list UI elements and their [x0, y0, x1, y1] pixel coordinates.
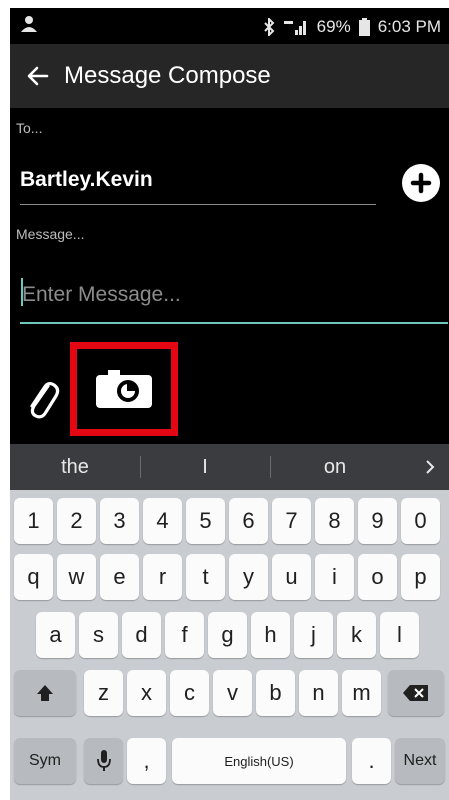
- microphone-icon: [96, 750, 111, 771]
- comma-key[interactable]: ,: [127, 738, 166, 784]
- key-9[interactable]: 9: [358, 498, 397, 544]
- add-recipient-button[interactable]: [402, 164, 440, 202]
- shift-arrow-icon: [37, 685, 53, 701]
- key-l[interactable]: l: [380, 612, 419, 658]
- key-m[interactable]: m: [342, 670, 381, 716]
- message-label: Message...: [16, 226, 85, 242]
- to-field[interactable]: Bartley.Kevin: [20, 168, 153, 192]
- period-key[interactable]: .: [352, 738, 391, 784]
- on-screen-keyboard: the I on 1 2 3 4 5 6 7 8 9 0 q w e r t y…: [10, 444, 449, 800]
- key-p[interactable]: p: [401, 554, 440, 600]
- notification-icon: [18, 14, 42, 36]
- key-o[interactable]: o: [358, 554, 397, 600]
- key-u[interactable]: u: [272, 554, 311, 600]
- key-w[interactable]: w: [57, 554, 96, 600]
- key-5[interactable]: 5: [186, 498, 225, 544]
- key-k[interactable]: k: [337, 612, 376, 658]
- key-y[interactable]: y: [229, 554, 268, 600]
- key-2[interactable]: 2: [57, 498, 96, 544]
- letter-row-3: z x c v b n m: [10, 670, 449, 716]
- key-a[interactable]: a: [36, 612, 75, 658]
- screen: 69% 6:03 PM Message Compose To... Bartle…: [10, 8, 449, 800]
- key-i[interactable]: i: [315, 554, 354, 600]
- key-b[interactable]: b: [256, 670, 295, 716]
- suggestion-3[interactable]: on: [270, 444, 400, 490]
- key-e[interactable]: e: [100, 554, 139, 600]
- backspace-icon: [403, 685, 428, 701]
- bluetooth-icon: [263, 18, 275, 36]
- key-0[interactable]: 0: [401, 498, 440, 544]
- phone-frame: 69% 6:03 PM Message Compose To... Bartle…: [0, 0, 449, 800]
- signal-icon: [283, 18, 309, 36]
- battery-icon: [358, 18, 370, 36]
- voice-input-key[interactable]: [84, 738, 123, 784]
- key-3[interactable]: 3: [100, 498, 139, 544]
- plus-icon: [410, 172, 432, 194]
- back-button[interactable]: [14, 44, 62, 108]
- key-s[interactable]: s: [79, 612, 118, 658]
- key-x[interactable]: x: [127, 670, 166, 716]
- page-title: Message Compose: [64, 62, 271, 89]
- key-r[interactable]: r: [143, 554, 182, 600]
- message-input[interactable]: [20, 268, 448, 324]
- number-row: 1 2 3 4 5 6 7 8 9 0: [10, 498, 449, 544]
- key-n[interactable]: n: [299, 670, 338, 716]
- suggestion-2[interactable]: I: [140, 444, 270, 490]
- app-bar: Message Compose: [10, 44, 449, 108]
- key-v[interactable]: v: [213, 670, 252, 716]
- key-8[interactable]: 8: [315, 498, 354, 544]
- back-arrow-icon: [27, 66, 49, 86]
- suggestion-bar: the I on: [10, 444, 449, 490]
- to-label: To...: [16, 120, 43, 136]
- paperclip-icon: [30, 381, 60, 419]
- key-g[interactable]: g: [208, 612, 247, 658]
- space-key[interactable]: English(US): [172, 738, 346, 784]
- suggestions-expand-button[interactable]: [410, 444, 449, 490]
- key-6[interactable]: 6: [229, 498, 268, 544]
- next-key[interactable]: Next: [395, 738, 445, 784]
- backspace-key[interactable]: [388, 670, 444, 716]
- key-c[interactable]: c: [170, 670, 209, 716]
- battery-percent: 69%: [316, 17, 351, 36]
- letter-row-1: q w e r t y u i o p: [10, 554, 449, 600]
- key-t[interactable]: t: [186, 554, 225, 600]
- letter-row-2: a s d f g h j k l: [10, 612, 449, 658]
- sym-key[interactable]: Sym: [14, 738, 76, 784]
- suggestion-1[interactable]: the: [10, 444, 140, 490]
- text-cursor: [21, 278, 23, 306]
- attach-button[interactable]: [22, 376, 62, 420]
- key-4[interactable]: 4: [143, 498, 182, 544]
- to-field-underline: [20, 204, 376, 205]
- compose-form: To... Bartley.Kevin Message...: [10, 108, 449, 444]
- shift-key[interactable]: [14, 670, 76, 716]
- chevron-right-icon: [425, 460, 434, 474]
- key-d[interactable]: d: [122, 612, 161, 658]
- camera-button[interactable]: [70, 342, 178, 436]
- key-z[interactable]: z: [84, 670, 123, 716]
- key-j[interactable]: j: [294, 612, 333, 658]
- status-bar: 69% 6:03 PM: [10, 8, 449, 44]
- key-1[interactable]: 1: [14, 498, 53, 544]
- key-f[interactable]: f: [165, 612, 204, 658]
- key-h[interactable]: h: [251, 612, 290, 658]
- bottom-row: Sym , English(US) . Next: [10, 738, 449, 784]
- key-7[interactable]: 7: [272, 498, 311, 544]
- camera-icon: [96, 370, 152, 408]
- clock: 6:03 PM: [377, 17, 441, 36]
- key-q[interactable]: q: [14, 554, 53, 600]
